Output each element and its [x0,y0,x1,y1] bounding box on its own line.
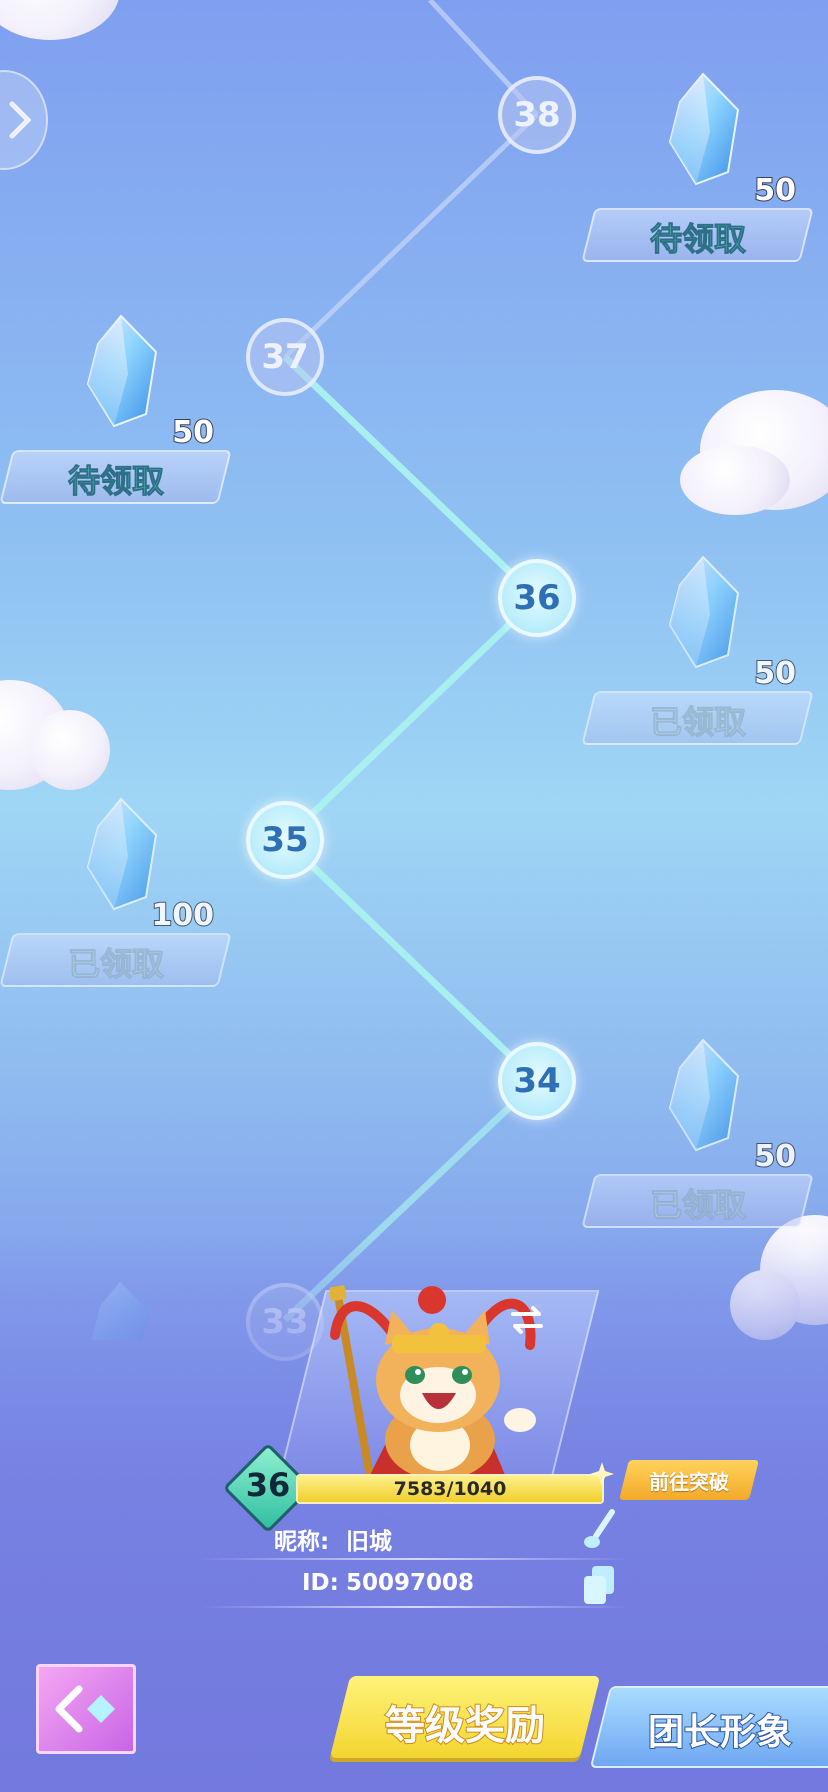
copy-id-button[interactable] [582,1564,618,1608]
level-node-38[interactable]: 38 [498,76,576,154]
sparkle-icon [590,1462,614,1486]
reward-status: 已领取 [649,1186,746,1225]
nickname-row: 昵称: 旧城 [200,1522,630,1560]
reward-amount: 50 [171,414,215,451]
exp-bar: 7583/1040 [296,1474,604,1504]
reward-amount: 50 [753,655,797,692]
reward-status: 已领取 [649,703,746,742]
nickname-label: 昵称: [274,1529,330,1555]
level-node-34[interactable]: 34 [498,1042,576,1120]
reward-status: 已领取 [67,945,164,984]
reward-card-35[interactable]: 100 已领取 [0,797,232,987]
crystal-icon [668,72,740,186]
reward-amount: 50 [753,172,797,209]
reward-card-38[interactable]: 50 待领取 [581,72,814,262]
copy-icon [584,1566,614,1604]
reward-amount: 50 [753,1138,797,1175]
id-label: ID: [302,1570,339,1596]
reward-card-37[interactable]: 50 待领取 [0,314,232,504]
tab-level-rewards-label: 等级奖励 [384,1702,546,1750]
back-button[interactable] [36,1664,136,1754]
level-node-37[interactable]: 37 [246,318,324,396]
edit-nickname-button[interactable] [582,1508,618,1552]
exp-text: 7583/1040 [393,1478,507,1500]
swap-icon [511,1306,543,1334]
nickname-value: 旧城 [346,1529,392,1555]
back-arrow-icon [55,1685,115,1733]
crystal-icon [668,555,740,669]
crystal-icon [668,1038,740,1152]
swap-avatar-button[interactable] [505,1298,549,1342]
reward-amount: 100 [150,897,215,934]
reward-status: 待领取 [649,220,746,259]
reward-card-36[interactable]: 50 已领取 [581,555,814,745]
id-row: ID: 50097008 [200,1568,630,1608]
tab-leader-image-label: 团长形象 [647,1711,793,1754]
breakthrough-label: 前往突破 [649,1470,729,1494]
brush-icon [584,1509,615,1548]
player-level-text: 36 [245,1466,291,1504]
level-node-36[interactable]: 36 [498,559,576,637]
id-value: 50097008 [346,1570,475,1596]
level-node-35[interactable]: 35 [246,801,324,879]
reward-card-34[interactable]: 50 已领取 [581,1038,814,1228]
crystal-icon [86,314,158,428]
reward-status: 待领取 [67,462,164,501]
